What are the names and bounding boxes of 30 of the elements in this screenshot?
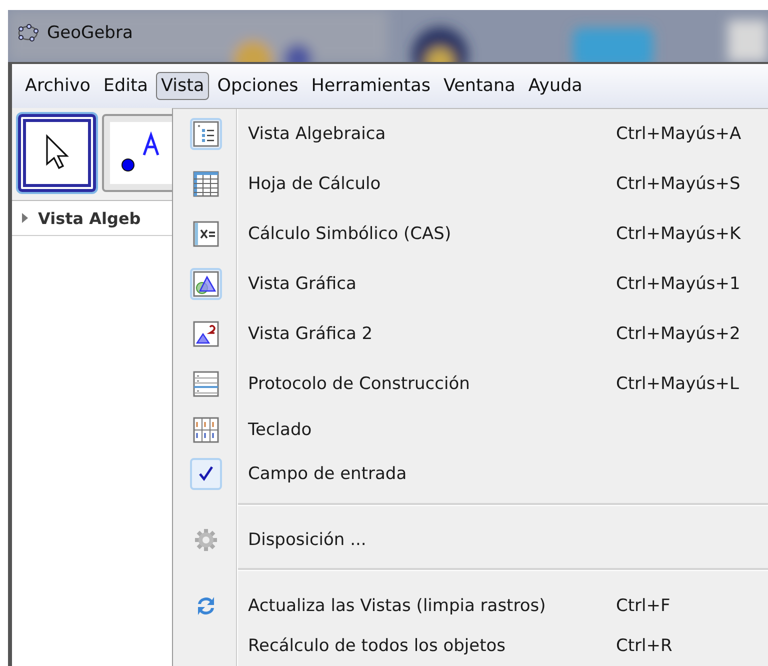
menu-item[interactable]: Protocolo de Construcción Ctrl+Mayús+L [173, 358, 768, 409]
keyboard-icon [192, 417, 218, 444]
menu-item[interactable]: Edita [98, 72, 154, 100]
menu-item[interactable]: Vista Gráfica 2 Ctrl+Mayús+2 [173, 308, 768, 359]
app-logo-icon [17, 24, 39, 42]
menu-item[interactable]: Vista Algebraica Ctrl+Mayús+A [173, 109, 768, 159]
menu-item[interactable]: Vista Gráfica Ctrl+Mayús+1 [173, 258, 768, 309]
window-title: GeoGebra [47, 23, 133, 43]
table-icon [192, 170, 218, 197]
menu-item[interactable]: Vista [156, 72, 210, 100]
menu-item[interactable]: Cálculo Simbólico (CAS) Ctrl+Mayús+K [173, 208, 768, 259]
equation-icon [192, 220, 218, 247]
menu-item[interactable]: Ventana [438, 72, 520, 100]
checkmark-icon [196, 464, 214, 483]
menu-item[interactable]: Ayuda [523, 72, 588, 100]
menu-item[interactable]: Archivo [20, 72, 96, 100]
menu-item[interactable]: Hoja de Cálculo Ctrl+Mayús+S [173, 158, 768, 209]
menu-item[interactable]: Recálculo de todos los objetos Ctrl+R [173, 626, 768, 666]
panel-header: Vista Algeb [38, 208, 141, 228]
protocol-icon [192, 370, 218, 397]
gear-icon [194, 528, 218, 552]
expand-arrow-icon[interactable] [22, 213, 28, 223]
menu-item[interactable]: Disposición ... [173, 520, 768, 560]
tool-button[interactable] [18, 114, 96, 192]
menu-item[interactable]: Herramientas [306, 72, 436, 100]
checkbox[interactable] [190, 458, 222, 490]
menu-item[interactable]: Teclado [173, 408, 768, 452]
menu-item[interactable]: Campo de entrada [173, 452, 768, 496]
menu-item[interactable]: Actualiza las Vistas (limpia rastros) Ctrl+F [173, 585, 768, 626]
menu-item[interactable]: Opciones [212, 72, 304, 100]
